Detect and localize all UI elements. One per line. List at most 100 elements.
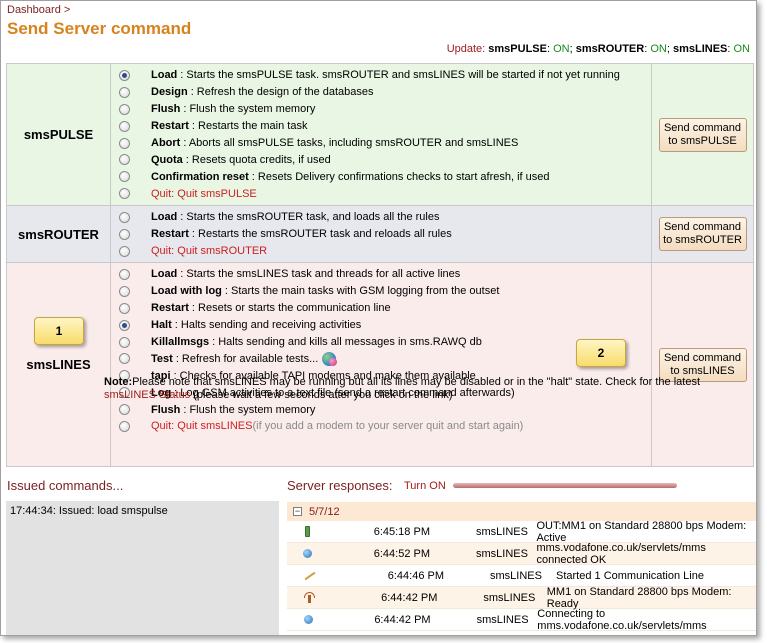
line-start-icon xyxy=(304,571,316,581)
command-label: Quota xyxy=(151,153,183,166)
response-source: smsLINES xyxy=(476,547,528,560)
command-option[interactable]: Killallmsgs: Halts sending and kills all… xyxy=(119,334,649,351)
command-radio[interactable] xyxy=(119,120,130,132)
command-description: : Resets or starts the communication lin… xyxy=(191,302,391,315)
command-label: Load xyxy=(151,69,178,82)
command-description: : Halts sending and receiving activities xyxy=(174,319,362,332)
command-label: Test xyxy=(151,352,173,365)
turn-on-link[interactable]: Turn ON xyxy=(404,480,446,492)
command-option[interactable]: Design: Refresh the design of the databa… xyxy=(119,84,649,101)
update-router-name: smsROUTER xyxy=(575,43,645,55)
command-radio[interactable] xyxy=(119,420,130,432)
command-description: : Starts the smsROUTER task, and loads a… xyxy=(180,211,440,224)
command-radio[interactable] xyxy=(119,302,130,314)
command-label: Design xyxy=(151,86,188,99)
quit-note: (if you add a modem to your server quit … xyxy=(252,420,524,433)
command-radio[interactable] xyxy=(119,319,130,331)
command-radio[interactable] xyxy=(119,245,130,257)
command-label: Restart xyxy=(151,120,189,133)
response-icon-cell xyxy=(287,592,331,603)
section-title: smsLINES xyxy=(7,263,111,466)
command-radio[interactable] xyxy=(119,228,130,240)
send-smspulse-button[interactable]: Send command to smsPULSE xyxy=(658,117,747,152)
command-option[interactable]: Quota: Resets quota credits, if used xyxy=(119,151,649,168)
command-description: : Restarts the main task xyxy=(191,120,308,133)
command-radio[interactable] xyxy=(119,86,130,98)
server-responses-title: Server responses: xyxy=(287,478,393,493)
command-option[interactable]: Quit: Quit smsPULSE xyxy=(119,185,649,202)
command-label: Load xyxy=(151,268,178,281)
command-option[interactable]: Load: Starts the smsLINES task and threa… xyxy=(119,266,649,283)
command-option[interactable]: Halt: Halts sending and receiving activi… xyxy=(119,317,649,334)
command-description: : Aborts all smsPULSE tasks, including s… xyxy=(183,137,519,149)
update-lines-name: smsLINES xyxy=(672,43,728,55)
command-option[interactable]: Flush: Flush the system memory xyxy=(119,401,649,418)
command-radio[interactable] xyxy=(119,69,130,81)
response-source: smsLINES xyxy=(483,591,536,604)
update-pulse-end: ; xyxy=(569,43,573,55)
response-message: mms.vodafone.co.uk/servlets/mms connecte… xyxy=(536,541,706,566)
command-radio[interactable] xyxy=(119,137,130,149)
section-smspulse: smsPULSE Load: Starts the smsPULSE task.… xyxy=(6,63,754,205)
command-table: smsPULSE Load: Starts the smsPULSE task.… xyxy=(6,63,754,467)
response-icon-cell xyxy=(287,571,333,581)
command-option[interactable]: Abort: Aborts all smsPULSE tasks, includ… xyxy=(119,135,649,152)
network-globe-icon xyxy=(303,615,313,624)
command-option[interactable]: Quit: Quit smsROUTER xyxy=(119,243,649,260)
command-option[interactable]: Confirmation reset: Resets Delivery conf… xyxy=(119,168,649,185)
command-label: Flush xyxy=(151,403,181,416)
command-label: Halt xyxy=(151,319,172,332)
command-radio[interactable] xyxy=(119,285,130,297)
command-option[interactable]: Load with log: Starts the main tasks wit… xyxy=(119,283,649,300)
command-description: : Starts the main tasks with GSM logging… xyxy=(224,285,500,298)
command-option[interactable]: Flush: Flush the system memory xyxy=(119,101,649,118)
smslines-status-link[interactable]: smsLINES Status xyxy=(104,389,190,401)
response-row: 6:45:18 PM smsLINES OUT:MM1 on Standard 28… xyxy=(287,519,756,544)
command-radio[interactable] xyxy=(119,211,130,223)
command-option[interactable]: Load: Starts the smsROUTER task, and loa… xyxy=(119,209,649,226)
battery-icon xyxy=(305,526,311,537)
command-radio[interactable] xyxy=(119,404,130,416)
section-title: smsPULSE xyxy=(7,64,111,205)
update-lines-sep: : xyxy=(727,43,731,55)
command-description: : Flush the system memory xyxy=(183,403,316,416)
command-radio[interactable] xyxy=(119,188,130,200)
command-radio[interactable] xyxy=(119,154,130,166)
response-message: Connecting to mms.vodafone.co.uk/servlet… xyxy=(537,607,707,632)
command-radio[interactable] xyxy=(119,353,130,365)
update-lines-state[interactable]: ON xyxy=(734,43,751,55)
command-radio[interactable] xyxy=(119,171,130,183)
date-group-row[interactable]: − 5/7/12 xyxy=(287,502,756,521)
quit-command-label: Quit: Quit smsLINES xyxy=(151,420,253,433)
send-smsrouter-button[interactable]: Send command to smsROUTER xyxy=(658,217,747,251)
command-radio[interactable] xyxy=(119,268,130,280)
refresh-globe-icon[interactable] xyxy=(322,351,338,366)
command-option[interactable]: Restart: Restarts the main task xyxy=(119,118,649,135)
page-title: Send Server command xyxy=(7,19,192,38)
breadcrumb-dashboard-link[interactable]: Dashboard xyxy=(7,4,61,16)
note-label: Note: xyxy=(104,376,133,388)
response-source: smsLINES xyxy=(490,569,542,582)
breadcrumb: Dashboard > xyxy=(7,4,70,16)
responses-table: − 5/7/12 6:45:18 PM smsLINES OUT:MM1 on St… xyxy=(287,502,756,632)
command-radio[interactable] xyxy=(119,103,130,115)
command-option[interactable]: Quit: Quit smsLINES (if you add a modem … xyxy=(119,418,649,435)
command-option[interactable]: Restart: Restarts the smsROUTER task and… xyxy=(119,226,649,243)
note-body: Please note that smsLINES may be running… xyxy=(132,376,700,388)
response-time: 6:45:18 PM xyxy=(373,525,430,538)
command-radio[interactable] xyxy=(119,336,130,348)
note-after: (please wait a few seconds after you cli… xyxy=(190,389,453,401)
command-option[interactable]: Load: Starts the smsPULSE task. smsROUTE… xyxy=(119,67,649,84)
update-router-state[interactable]: ON xyxy=(650,43,667,55)
update-pulse-state[interactable]: ON xyxy=(553,43,570,55)
breadcrumb-separator: > xyxy=(63,4,71,16)
collapse-toggle-icon[interactable]: − xyxy=(293,507,302,516)
command-option[interactable]: Test: Refresh for available tests... xyxy=(119,350,649,367)
responses-progress-bar xyxy=(453,483,677,488)
command-label: Load with log xyxy=(151,285,222,298)
response-message: OUT:MM1 on Standard 28800 bps Modem: Act… xyxy=(536,519,747,544)
response-row: 6:44:42 PM smsLINES Connecting to mms.voda… xyxy=(287,607,756,632)
command-label: Restart xyxy=(151,302,189,315)
callout-1: 1 xyxy=(34,317,84,345)
command-option[interactable]: Restart: Resets or starts the communicat… xyxy=(119,300,649,317)
